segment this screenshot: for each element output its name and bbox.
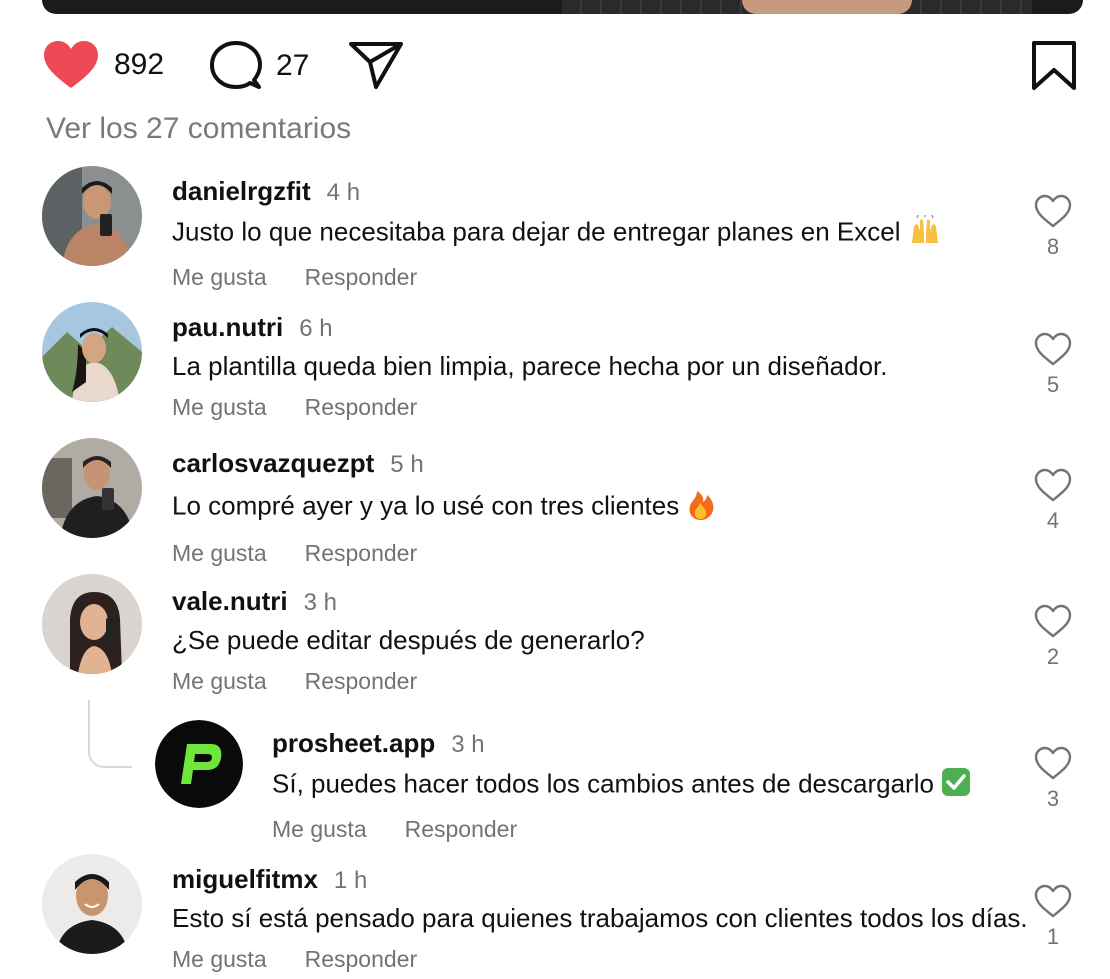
avatar[interactable] xyxy=(42,166,142,266)
like-comment-button[interactable]: Me gusta xyxy=(172,540,267,567)
send-paper-plane-icon[interactable] xyxy=(348,40,404,90)
comment-like[interactable]: 3 xyxy=(1028,746,1078,812)
heart-outline-icon[interactable] xyxy=(1034,746,1072,780)
comment-like[interactable]: 4 xyxy=(1028,468,1078,534)
heart-outline-icon[interactable] xyxy=(1034,468,1072,502)
comment-username[interactable]: carlosvazquezpt xyxy=(172,448,374,479)
comment-text: Justo lo que necesitaba para dejar de en… xyxy=(172,214,942,252)
comment-body: vale.nutri 3 h ¿Se puede editar después … xyxy=(172,586,645,695)
comment-username[interactable]: vale.nutri xyxy=(172,586,288,617)
comment-text: Sí, puedes hacer todos los cambios antes… xyxy=(272,767,971,804)
comment-username[interactable]: danielrgzfit xyxy=(172,176,311,207)
avatar[interactable] xyxy=(42,302,142,402)
avatar[interactable] xyxy=(42,438,142,538)
reply-button[interactable]: Responder xyxy=(305,540,418,567)
bookmark-icon[interactable] xyxy=(1031,40,1077,92)
heart-outline-icon[interactable] xyxy=(1034,332,1072,366)
like-comment-button[interactable]: Me gusta xyxy=(272,816,367,843)
avatar[interactable] xyxy=(42,854,142,954)
comment-bubble-icon[interactable] xyxy=(210,40,262,92)
view-all-comments-link[interactable]: Ver los 27 comentarios xyxy=(46,112,351,146)
likes-count[interactable]: 892 xyxy=(114,48,164,82)
comment-like[interactable]: 5 xyxy=(1028,332,1078,398)
comment-time: 6 h xyxy=(299,315,333,342)
comment-time: 4 h xyxy=(326,179,361,206)
comment-like[interactable]: 1 xyxy=(1028,884,1078,950)
comment-username[interactable]: miguelfitmx xyxy=(172,864,318,895)
comment-body: danielrgzfit 4 h Justo lo que necesitaba… xyxy=(172,176,942,291)
reply-button[interactable]: Responder xyxy=(305,668,418,695)
comment-text-content: Sí, puedes hacer todos los cambios antes… xyxy=(272,768,934,799)
avatar[interactable] xyxy=(42,574,142,674)
like-comment-button[interactable]: Me gusta xyxy=(172,264,267,291)
comment-like-count: 5 xyxy=(1046,372,1060,397)
hand-image-part xyxy=(742,0,912,14)
heart-outline-icon[interactable] xyxy=(1034,604,1072,638)
comment-like-count: 4 xyxy=(1046,508,1060,533)
reply-button[interactable]: Responder xyxy=(305,394,418,421)
comment-like-count: 1 xyxy=(1046,924,1060,949)
comment-body: carlosvazquezpt 5 h Lo compré ayer y ya … xyxy=(172,448,716,567)
comment-text: Esto sí está pensado para quienes trabaj… xyxy=(172,903,1028,933)
brand-avatar[interactable] xyxy=(155,720,243,808)
comment-text: ¿Se puede editar después de generarlo? xyxy=(172,625,645,655)
comment-like[interactable]: 8 xyxy=(1028,194,1078,260)
reply-button[interactable]: Responder xyxy=(305,946,418,973)
comment-time: 3 h xyxy=(451,731,485,758)
comment-text: La plantilla queda bien limpia, parece h… xyxy=(172,351,888,381)
comment-username[interactable]: pau.nutri xyxy=(172,312,283,343)
raising-hands-emoji-icon xyxy=(908,214,942,252)
comment-time: 3 h xyxy=(303,589,337,616)
reply-thread-connector xyxy=(88,700,132,768)
reply-button[interactable]: Responder xyxy=(405,816,518,843)
like-comment-button[interactable]: Me gusta xyxy=(172,946,267,973)
comment-action[interactable]: 27 xyxy=(210,40,309,92)
heart-outline-icon[interactable] xyxy=(1034,884,1072,918)
comment-like[interactable]: 2 xyxy=(1028,604,1078,670)
post-media-bottom-edge[interactable] xyxy=(42,0,1083,14)
comment-time: 5 h xyxy=(390,451,424,478)
comments-count: 27 xyxy=(276,49,310,82)
fire-emoji-icon xyxy=(686,487,716,528)
comment-like-count: 2 xyxy=(1046,644,1060,669)
comment-like-count: 8 xyxy=(1046,234,1060,259)
like-comment-button[interactable]: Me gusta xyxy=(172,394,267,421)
comment-like-count: 3 xyxy=(1046,786,1060,811)
comment-text-content: Justo lo que necesitaba para dejar de en… xyxy=(172,216,901,247)
comment-text-content: Lo compré ayer y ya lo usé con tres clie… xyxy=(172,490,680,521)
heart-outline-icon[interactable] xyxy=(1034,194,1072,228)
like-comment-button[interactable]: Me gusta xyxy=(172,668,267,695)
share-action[interactable] xyxy=(348,40,404,90)
comment-body: pau.nutri 6 h La plantilla queda bien li… xyxy=(172,312,888,421)
comment-username[interactable]: prosheet.app xyxy=(272,728,435,759)
like-action[interactable]: 892 xyxy=(42,40,164,90)
comment-body: prosheet.app 3 h Sí, puedes hacer todos … xyxy=(272,728,971,843)
reply-button[interactable]: Responder xyxy=(305,264,418,291)
comment-text: Lo compré ayer y ya lo usé con tres clie… xyxy=(172,487,716,528)
save-action[interactable] xyxy=(1031,40,1077,92)
comment-body: miguelfitmx 1 h Esto sí está pensado par… xyxy=(172,864,1028,973)
check-mark-emoji-icon xyxy=(941,767,971,804)
heart-filled-icon[interactable] xyxy=(42,40,100,90)
comment-time: 1 h xyxy=(333,867,368,894)
post-action-bar: 892 27 xyxy=(0,40,1110,96)
